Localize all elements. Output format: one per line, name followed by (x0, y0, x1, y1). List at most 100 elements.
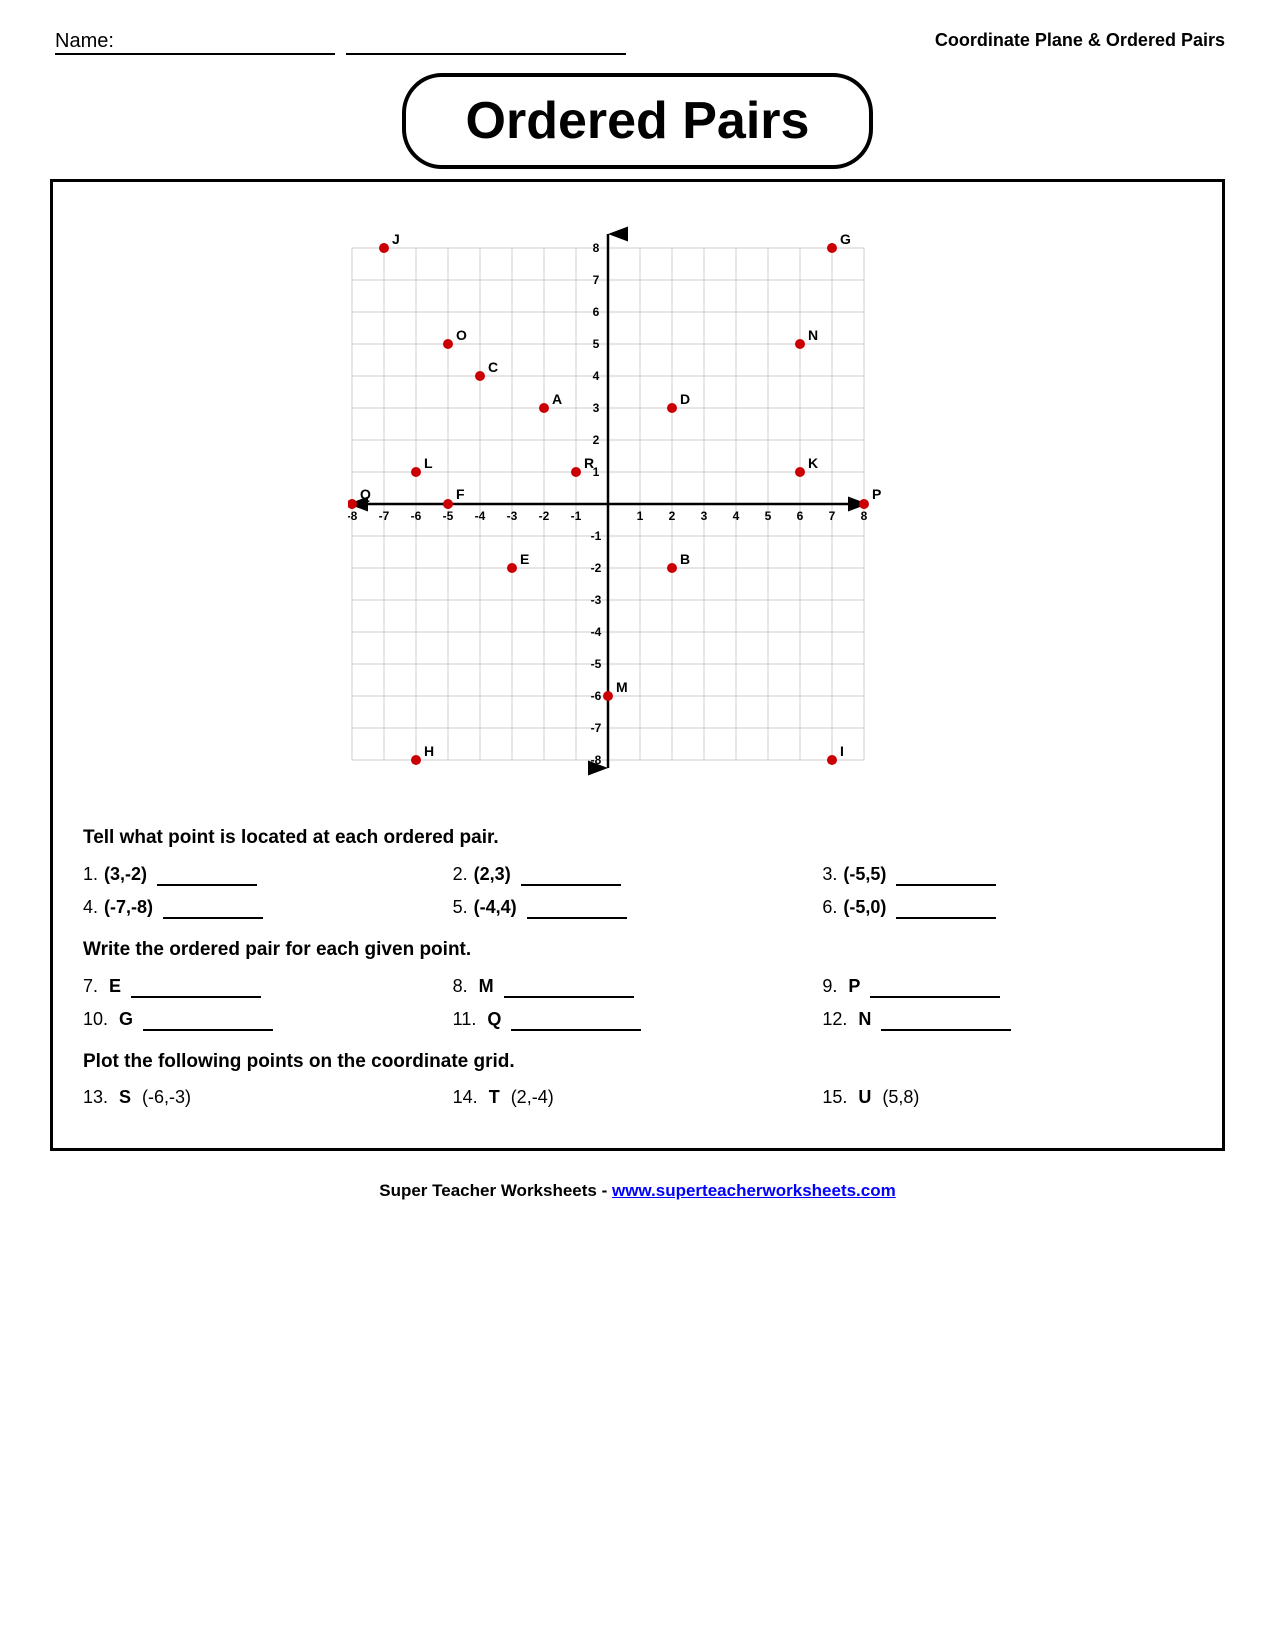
q9-answer[interactable] (870, 975, 1000, 998)
q11-num: 11. (453, 1009, 477, 1030)
q8-num: 8. (453, 976, 468, 997)
main-content: -8 -7 -6 -5 -4 -3 -2 -1 1 2 3 4 5 6 7 8 … (50, 179, 1225, 1151)
svg-text:-8: -8 (348, 509, 358, 523)
q4-answer[interactable] (163, 896, 263, 919)
q7: 7. E (83, 975, 453, 998)
q9-label: P (843, 976, 860, 997)
q11-answer[interactable] (511, 1008, 641, 1031)
svg-text:I: I (840, 743, 844, 759)
q10: 10. G (83, 1008, 453, 1031)
svg-text:A: A (552, 391, 562, 407)
svg-text:7: 7 (828, 509, 835, 523)
svg-text:B: B (680, 551, 690, 567)
plot2-label: T (484, 1087, 500, 1108)
q2: 2. (2,3) (453, 863, 823, 886)
svg-text:8: 8 (860, 509, 867, 523)
q8-answer[interactable] (504, 975, 634, 998)
q12-label: N (853, 1009, 871, 1030)
svg-text:J: J (392, 231, 400, 247)
q1-answer[interactable] (157, 863, 257, 886)
plot2: 14. T (2,-4) (453, 1087, 823, 1108)
svg-text:-5: -5 (442, 509, 453, 523)
q12-num: 12. (822, 1009, 847, 1030)
svg-text:-4: -4 (474, 509, 485, 523)
name-label: Name: (55, 30, 335, 55)
svg-text:-4: -4 (590, 625, 601, 639)
q6: 6. (-5,0) (822, 896, 1192, 919)
section2-title: Write the ordered pair for each given po… (83, 939, 1192, 961)
q7-num: 7. (83, 976, 98, 997)
plot3: 15. U (5,8) (822, 1087, 1192, 1108)
svg-text:3: 3 (700, 509, 707, 523)
name-underline (346, 30, 626, 55)
svg-text:7: 7 (592, 273, 599, 287)
svg-text:K: K (808, 455, 818, 471)
svg-text:2: 2 (668, 509, 675, 523)
svg-text:5: 5 (764, 509, 771, 523)
q6-answer[interactable] (896, 896, 996, 919)
section2-questions: 7. E 8. M 9. P 10. G 11. Q 12. N (83, 975, 1192, 1031)
q11: 11. Q (453, 1008, 823, 1031)
q10-num: 10. (83, 1009, 108, 1030)
svg-text:-1: -1 (590, 529, 601, 543)
svg-text:-2: -2 (538, 509, 549, 523)
svg-text:-7: -7 (378, 509, 389, 523)
svg-text:1: 1 (636, 509, 643, 523)
footer: Super Teacher Worksheets - www.superteac… (50, 1181, 1225, 1201)
plot1-num: 13. (83, 1087, 108, 1108)
section1-questions: 1. (3,-2) 2. (2,3) 3. (-5,5) 4. (-7,-8) … (83, 863, 1192, 919)
q6-num: 6. (822, 897, 837, 918)
q3-num: 3. (822, 864, 837, 885)
plot3-num: 15. (822, 1087, 847, 1108)
q4: 4. (-7,-8) (83, 896, 453, 919)
q12-answer[interactable] (881, 1008, 1011, 1031)
name-field: Name: (50, 30, 626, 55)
q5-num: 5. (453, 897, 468, 918)
q1-num: 1. (83, 864, 98, 885)
svg-text:4: 4 (732, 509, 739, 523)
coordinate-plane: -8 -7 -6 -5 -4 -3 -2 -1 1 2 3 4 5 6 7 8 … (348, 202, 928, 802)
q6-pair: (-5,0) (843, 897, 886, 918)
svg-text:-6: -6 (410, 509, 421, 523)
plot2-num: 14. (453, 1087, 478, 1108)
svg-text:E: E (520, 551, 529, 567)
svg-text:C: C (488, 359, 498, 375)
section3-title: Plot the following points on the coordin… (83, 1051, 1192, 1073)
footer-link[interactable]: www.superteacherworksheets.com (612, 1181, 896, 1200)
q3-answer[interactable] (896, 863, 996, 886)
svg-text:-6: -6 (590, 689, 601, 703)
svg-text:4: 4 (592, 369, 599, 383)
footer-text: Super Teacher Worksheets - (379, 1181, 612, 1200)
q3: 3. (-5,5) (822, 863, 1192, 886)
q10-label: G (114, 1009, 133, 1030)
q7-answer[interactable] (131, 975, 261, 998)
q2-answer[interactable] (521, 863, 621, 886)
q4-num: 4. (83, 897, 98, 918)
svg-text:-8: -8 (590, 753, 601, 767)
q5-answer[interactable] (527, 896, 627, 919)
svg-text:-2: -2 (590, 561, 601, 575)
svg-text:O: O (456, 327, 467, 343)
section3-items: 13. S (-6,-3) 14. T (2,-4) 15. U (5,8) (83, 1087, 1192, 1108)
q10-answer[interactable] (143, 1008, 273, 1031)
plot3-label: U (853, 1087, 871, 1108)
svg-text:5: 5 (592, 337, 599, 351)
q1: 1. (3,-2) (83, 863, 453, 886)
title-container: Ordered Pairs (50, 73, 1225, 169)
plot2-pair: (2,-4) (506, 1087, 554, 1108)
q11-label: Q (482, 1009, 501, 1030)
svg-text:3: 3 (592, 401, 599, 415)
q9-num: 9. (822, 976, 837, 997)
svg-text:F: F (456, 486, 465, 502)
section1-title: Tell what point is located at each order… (83, 827, 1192, 849)
plot1: 13. S (-6,-3) (83, 1087, 453, 1108)
q3-pair: (-5,5) (843, 864, 886, 885)
svg-text:6: 6 (592, 305, 599, 319)
q8: 8. M (453, 975, 823, 998)
svg-text:2: 2 (592, 433, 599, 447)
svg-text:D: D (680, 391, 690, 407)
plot3-pair: (5,8) (877, 1087, 919, 1108)
svg-text:-1: -1 (570, 509, 581, 523)
svg-text:-3: -3 (590, 593, 601, 607)
svg-text:H: H (424, 743, 434, 759)
